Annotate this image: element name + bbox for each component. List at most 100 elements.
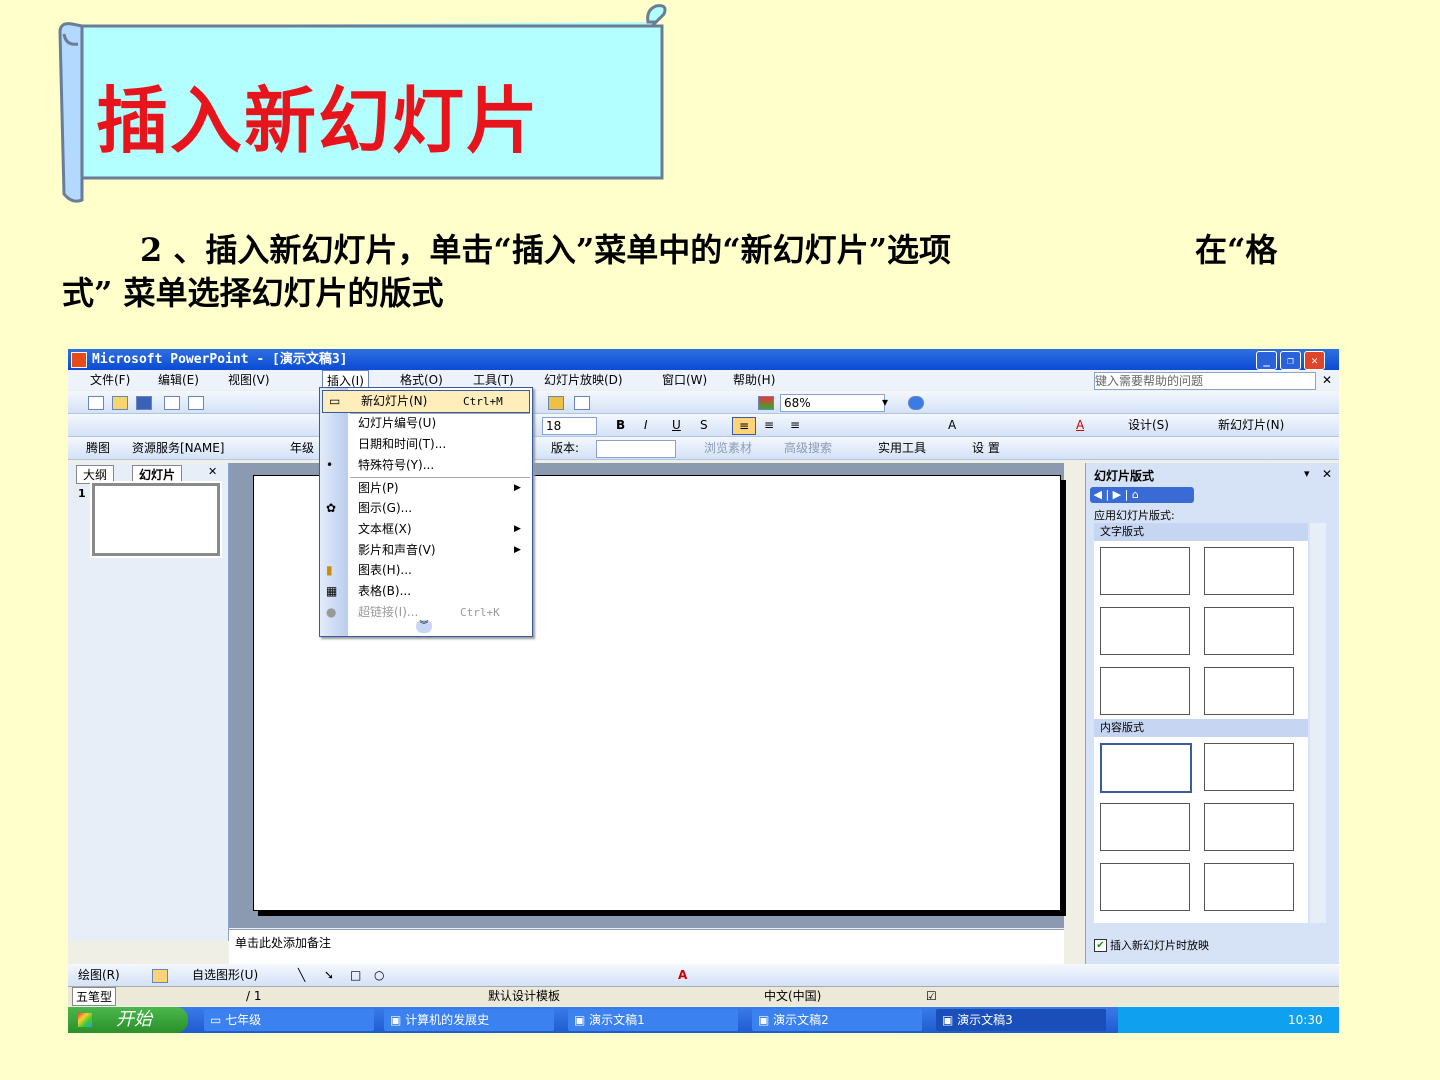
close-doc-icon[interactable]: ✕ bbox=[1322, 370, 1332, 390]
menu-view[interactable]: 视图(V) bbox=[228, 370, 270, 390]
apply-layout-label: 应用幻灯片版式: bbox=[1094, 509, 1175, 522]
template-indicator: 默认设计模板 bbox=[488, 989, 561, 1003]
taskpane-close-icon[interactable]: ✕ bbox=[1322, 467, 1332, 481]
layout-title-slide[interactable] bbox=[1100, 547, 1190, 595]
layout-content[interactable] bbox=[1204, 743, 1294, 791]
notes-placeholder: 单击此处添加备注 bbox=[235, 936, 332, 950]
task-item-active[interactable]: ▣ 演示文稿3 bbox=[936, 1009, 1106, 1031]
table-icon[interactable] bbox=[574, 394, 590, 410]
menu-item-picture[interactable]: 图片(P) ▶ bbox=[320, 478, 532, 499]
bold-button[interactable]: B bbox=[616, 417, 625, 433]
chart-icon[interactable] bbox=[548, 394, 564, 410]
menu-item-special-symbol[interactable]: • 特殊符号(Y)... bbox=[320, 455, 532, 476]
align-left-button[interactable]: ≡ bbox=[732, 417, 756, 435]
zoom-dropdown-icon[interactable]: ▾ bbox=[882, 394, 888, 410]
layout-title-content[interactable] bbox=[1100, 803, 1190, 851]
close-pane-icon[interactable]: ✕ bbox=[208, 465, 217, 478]
submenu-arrow-icon: ▶ bbox=[514, 483, 521, 493]
menu-file[interactable]: 文件(F) bbox=[90, 370, 130, 390]
setup-button[interactable]: 设 置 bbox=[972, 440, 1000, 456]
resource-button[interactable]: 资源服务[NAME] bbox=[132, 440, 225, 456]
underline-button[interactable]: U bbox=[672, 417, 681, 433]
oval-icon[interactable]: ○ bbox=[374, 967, 384, 983]
new-slide-button[interactable]: 新幻灯片(N) bbox=[1218, 417, 1284, 433]
expand-menu-icon[interactable]: ︾ bbox=[416, 620, 432, 633]
spellcheck-icon[interactable]: ☑ bbox=[926, 987, 937, 1006]
browse-button[interactable]: 浏览素材 bbox=[704, 440, 752, 456]
system-tray: 10:30 bbox=[1118, 1007, 1339, 1033]
layout-vertical-title[interactable] bbox=[1204, 667, 1294, 715]
font-color-icon[interactable]: A bbox=[678, 967, 687, 983]
arrow-icon[interactable]: ➘ bbox=[324, 967, 334, 983]
menu-help[interactable]: 帮助(H) bbox=[733, 370, 775, 390]
help-icon[interactable] bbox=[908, 394, 924, 410]
layout-blank[interactable] bbox=[1100, 743, 1192, 793]
color-icon[interactable] bbox=[758, 394, 774, 410]
shadow-button[interactable]: S bbox=[700, 417, 708, 433]
layout-vertical-text[interactable] bbox=[1100, 667, 1190, 715]
slide-thumbnail[interactable] bbox=[90, 481, 222, 558]
notes-pane[interactable]: 单击此处添加备注 bbox=[229, 929, 1064, 966]
align-center-button[interactable]: ≡ bbox=[764, 417, 774, 433]
menu-item-chart[interactable]: ▮ 图表(H)... bbox=[320, 560, 532, 581]
new-icon[interactable] bbox=[88, 394, 104, 410]
print-icon[interactable] bbox=[164, 394, 180, 410]
task-item[interactable]: ▣ 演示文稿1 bbox=[568, 1009, 738, 1031]
window-titlebar: Microsoft PowerPoint - [演示文稿3] _ ❐ ✕ bbox=[68, 349, 1339, 370]
font-size-select[interactable]: 18 bbox=[542, 417, 597, 435]
layout-two-column[interactable] bbox=[1204, 607, 1294, 655]
maximize-button[interactable]: ❐ bbox=[1280, 351, 1301, 370]
insert-menu-dropdown: ▭ 新幻灯片(N) Ctrl+M 幻灯片编号(U) 日期和时间(T)... • 特… bbox=[319, 387, 533, 637]
menu-item-new-slide[interactable]: ▭ 新幻灯片(N) Ctrl+M bbox=[322, 390, 530, 413]
preview-icon[interactable] bbox=[188, 394, 204, 410]
tools-button[interactable]: 实用工具 bbox=[878, 440, 926, 456]
formatting-toolbar: 18 B I U S ≡ ≡ ≡ A A 设计(S) 新幻灯片(N) bbox=[68, 414, 1339, 437]
minimize-button[interactable]: _ bbox=[1256, 351, 1277, 370]
task-item[interactable]: ▭ 七年级 bbox=[204, 1009, 374, 1031]
open-icon[interactable] bbox=[112, 394, 128, 410]
menu-item-table[interactable]: ▦ 表格(B)... bbox=[320, 581, 532, 602]
font-color-button[interactable]: A bbox=[1076, 417, 1084, 433]
zoom-select[interactable]: 68% bbox=[780, 394, 885, 412]
taskpane-scrollbar[interactable] bbox=[1310, 523, 1326, 923]
menu-item-date-time[interactable]: 日期和时间(T)... bbox=[320, 434, 532, 455]
align-right-button[interactable]: ≡ bbox=[790, 417, 800, 433]
menu-item-slide-number[interactable]: 幻灯片编号(U) bbox=[320, 413, 532, 434]
tab-slides[interactable]: 幻灯片 bbox=[132, 465, 183, 484]
ime-indicator[interactable]: 五笔型 bbox=[72, 987, 117, 1006]
select-pointer-icon[interactable] bbox=[152, 967, 168, 983]
task-item[interactable]: ▣ 演示文稿2 bbox=[752, 1009, 922, 1031]
version-select[interactable] bbox=[596, 440, 676, 458]
italic-button[interactable]: I bbox=[644, 417, 648, 433]
rectangle-icon[interactable]: □ bbox=[350, 967, 361, 983]
show-on-insert-checkbox[interactable]: ✔ bbox=[1094, 939, 1107, 952]
menu-item-movies-sounds[interactable]: 影片和声音(V) ▶ bbox=[320, 540, 532, 561]
taskpane-dropdown-icon[interactable]: ▾ bbox=[1304, 467, 1310, 480]
line-icon[interactable]: ╲ bbox=[298, 967, 305, 983]
layout-title-text[interactable] bbox=[1100, 607, 1190, 655]
tab-outline[interactable]: 大纲 bbox=[76, 465, 115, 484]
menu-item-diagram[interactable]: ✿ 图示(G)... bbox=[320, 498, 532, 519]
draw-menu-button[interactable]: 绘图(R) bbox=[78, 967, 120, 983]
taskpane-title: 幻灯片版式 bbox=[1094, 469, 1155, 483]
tengtu-button[interactable]: 腾图 bbox=[86, 440, 110, 456]
task-item[interactable]: ▣ 计算机的发展史 bbox=[384, 1009, 554, 1031]
menu-window[interactable]: 窗口(W) bbox=[662, 370, 707, 390]
menu-item-textbox[interactable]: 文本框(X) ▶ bbox=[320, 519, 532, 540]
layout-title-four-content[interactable] bbox=[1204, 863, 1294, 911]
layout-four-content[interactable] bbox=[1100, 863, 1190, 911]
layout-title-only[interactable] bbox=[1204, 547, 1294, 595]
design-button[interactable]: 设计(S) bbox=[1128, 417, 1169, 433]
font-grow-button[interactable]: A bbox=[948, 417, 956, 433]
start-button[interactable]: 开始 bbox=[68, 1007, 188, 1033]
layout-two-content[interactable] bbox=[1204, 803, 1294, 851]
help-search-input[interactable]: 键入需要帮助的问题 bbox=[1094, 372, 1316, 390]
menu-slideshow[interactable]: 幻灯片放映(D) bbox=[544, 370, 623, 390]
autoshapes-button[interactable]: 自选图形(U) bbox=[192, 967, 258, 983]
taskpane-nav-icons[interactable]: ◀ | ▶ | ⌂ bbox=[1090, 487, 1194, 503]
save-icon[interactable] bbox=[136, 394, 152, 410]
menu-edit[interactable]: 编辑(E) bbox=[158, 370, 199, 390]
search-button[interactable]: 高级搜索 bbox=[784, 440, 832, 456]
close-button[interactable]: ✕ bbox=[1304, 351, 1325, 370]
grade-button[interactable]: 年级 bbox=[290, 440, 314, 456]
